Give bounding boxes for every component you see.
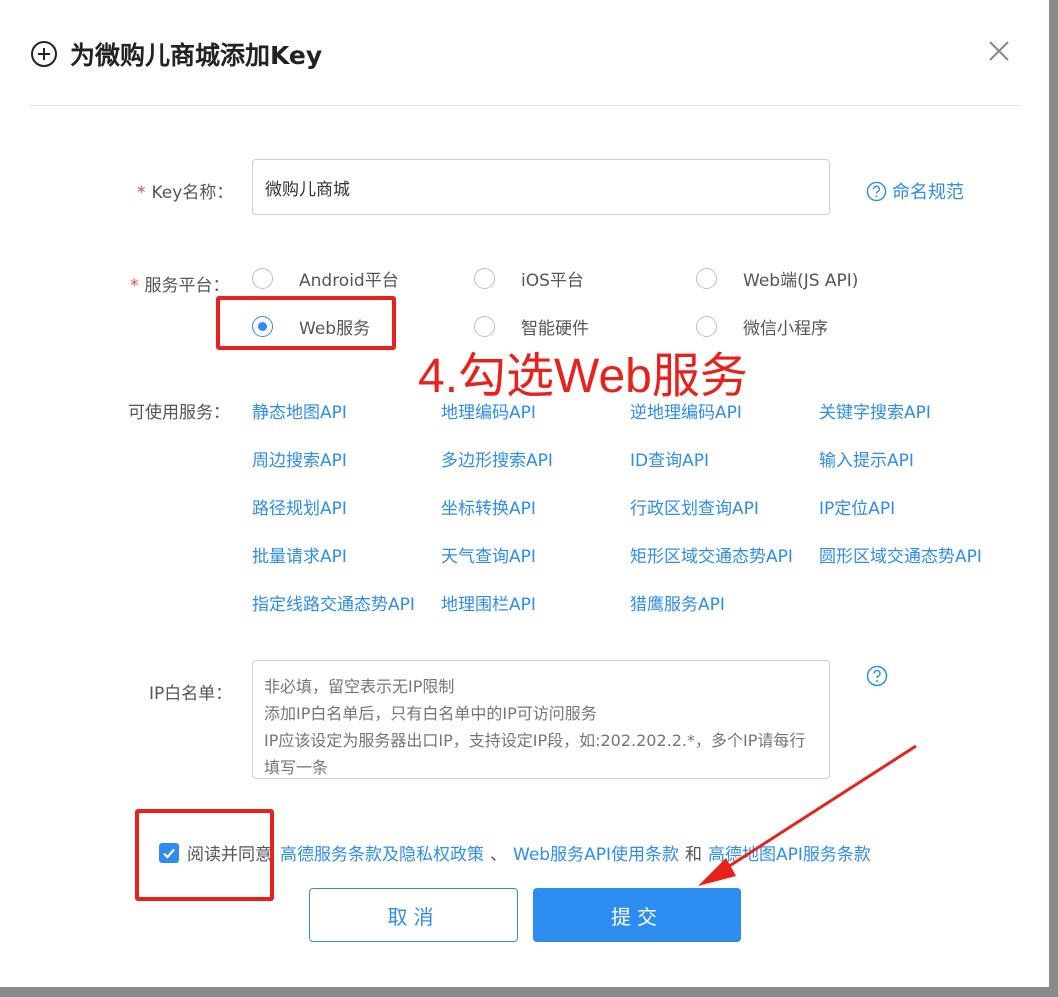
question-circle-icon — [866, 181, 887, 201]
naming-rules-link[interactable]: 命名规范 — [866, 178, 964, 204]
service-link[interactable]: 天气查询API — [441, 542, 536, 567]
add-key-dialog: 为微购儿商城添加Key *Key名称： 命名规范 *服务平台： Android平… — [0, 0, 1049, 987]
services-label: 可使用服务： — [128, 403, 230, 423]
submit-button[interactable]: 提交 — [533, 888, 741, 942]
add-circle-icon — [31, 41, 57, 67]
radio-circle — [252, 268, 273, 289]
radio-label: Web端(JS API) — [743, 271, 859, 291]
service-link[interactable]: 静态地图API — [252, 398, 347, 423]
service-link[interactable]: 周边搜索API — [252, 446, 347, 471]
radio-circle — [474, 268, 495, 289]
radio-web-js[interactable]: Web端(JS API) — [696, 266, 858, 291]
annotation-text: 4.勾选Web服务 — [418, 350, 748, 403]
radio-circle — [474, 316, 495, 337]
dialog-header: 为微购儿商城添加Key — [30, 0, 1020, 106]
terms-privacy-link[interactable]: 高德服务条款及隐私权政策 — [280, 840, 484, 865]
service-link[interactable]: 地理围栏API — [441, 590, 536, 615]
service-link[interactable]: 坐标转换API — [441, 494, 536, 519]
platform-label: * 服务平台： — [130, 276, 230, 296]
radio-label: 微信小程序 — [743, 319, 828, 339]
ip-whitelist-label: IP白名单： — [149, 684, 233, 704]
service-link[interactable]: 猎鹰服务API — [630, 590, 725, 615]
service-link[interactable]: 多边形搜索API — [441, 446, 553, 471]
service-link[interactable]: 输入提示API — [819, 446, 914, 471]
close-icon[interactable] — [986, 38, 1012, 64]
service-link[interactable]: 指定线路交通态势API — [252, 590, 415, 615]
dialog-title: 为微购儿商城添加Key — [70, 41, 323, 70]
radio-ios[interactable]: iOS平台 — [474, 266, 584, 291]
question-circle-icon[interactable] — [866, 665, 888, 687]
annotation-highlight-box — [216, 296, 396, 350]
annotation-arrow-icon — [698, 744, 917, 886]
annotation-highlight-box — [135, 809, 274, 901]
radio-android[interactable]: Android平台 — [252, 266, 399, 291]
radio-label: iOS平台 — [521, 271, 584, 291]
required-mark: * — [137, 183, 146, 203]
service-link[interactable]: ID查询API — [630, 446, 709, 471]
agreement-separator: 、 — [490, 845, 507, 865]
radio-circle — [696, 316, 717, 337]
key-name-input[interactable] — [252, 159, 830, 215]
service-link[interactable]: 批量请求API — [252, 542, 347, 567]
required-mark: * — [130, 276, 139, 296]
service-link[interactable]: 关键字搜索API — [819, 398, 931, 423]
web-api-terms-link[interactable]: Web服务API使用条款 — [513, 840, 679, 865]
naming-rules-text: 命名规范 — [892, 182, 964, 203]
key-name-label: * Key名称： — [137, 183, 234, 203]
radio-circle — [696, 268, 717, 289]
service-link[interactable]: 圆形区域交通态势API — [819, 542, 982, 567]
service-link[interactable]: 矩形区域交通态势API — [630, 542, 793, 567]
cancel-button[interactable]: 取消 — [309, 888, 518, 942]
service-link[interactable]: 行政区划查询API — [630, 494, 759, 519]
service-link[interactable]: IP定位API — [819, 494, 895, 519]
radio-label: Android平台 — [299, 271, 399, 291]
service-link[interactable]: 路径规划API — [252, 494, 347, 519]
